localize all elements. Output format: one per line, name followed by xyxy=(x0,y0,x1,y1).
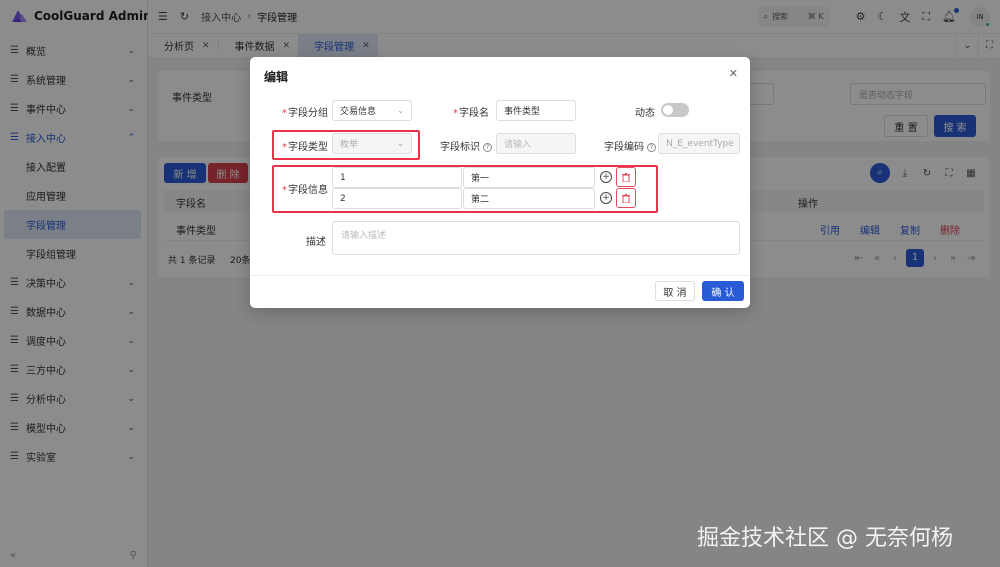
field-name-input[interactable]: 事件类型 xyxy=(496,100,576,121)
modal-title: 编辑 xyxy=(264,70,289,84)
confirm-button[interactable]: 确 认 xyxy=(702,281,744,301)
chevron-down-icon: ⌄ xyxy=(397,106,404,115)
field-name-value: 事件类型 xyxy=(504,107,541,117)
annotation-highlight-type xyxy=(272,130,420,160)
help-icon[interactable]: ? xyxy=(483,143,492,152)
dynamic-label: 动态 xyxy=(635,108,655,119)
field-code-label: 字段编码? xyxy=(604,138,656,153)
annotation-highlight-info xyxy=(272,165,658,213)
modal-divider xyxy=(250,275,750,276)
watermark-text: 掘金技术社区 @ 无奈何杨 xyxy=(697,526,953,551)
dynamic-toggle[interactable] xyxy=(661,103,689,117)
field-group-value: 交易信息 xyxy=(340,107,377,117)
field-group-select[interactable]: 交易信息 ⌄ xyxy=(332,100,412,121)
field-ident-placeholder: 请输入 xyxy=(504,140,532,150)
field-ident-input[interactable]: 请输入 xyxy=(496,133,576,154)
field-group-label: *字段分组 xyxy=(282,108,328,119)
desc-label: 描述 xyxy=(306,237,326,248)
field-code-value: N_E_eventType xyxy=(666,138,734,149)
toggle-knob xyxy=(663,105,673,115)
close-icon[interactable]: ✕ xyxy=(729,67,738,80)
field-name-label: *字段名 xyxy=(453,108,489,119)
help-icon[interactable]: ? xyxy=(647,143,656,152)
field-code-input[interactable]: N_E_eventType xyxy=(658,133,740,154)
desc-textarea[interactable]: 请输入描述 xyxy=(332,221,740,255)
field-ident-label: 字段标识? xyxy=(440,138,492,153)
cancel-button[interactable]: 取 消 xyxy=(655,281,695,301)
edit-modal: 编辑 ✕ *字段分组 交易信息 ⌄ *字段名 事件类型 动态 *字段类型 枚举 … xyxy=(250,57,750,308)
desc-placeholder: 请输入描述 xyxy=(341,231,387,241)
